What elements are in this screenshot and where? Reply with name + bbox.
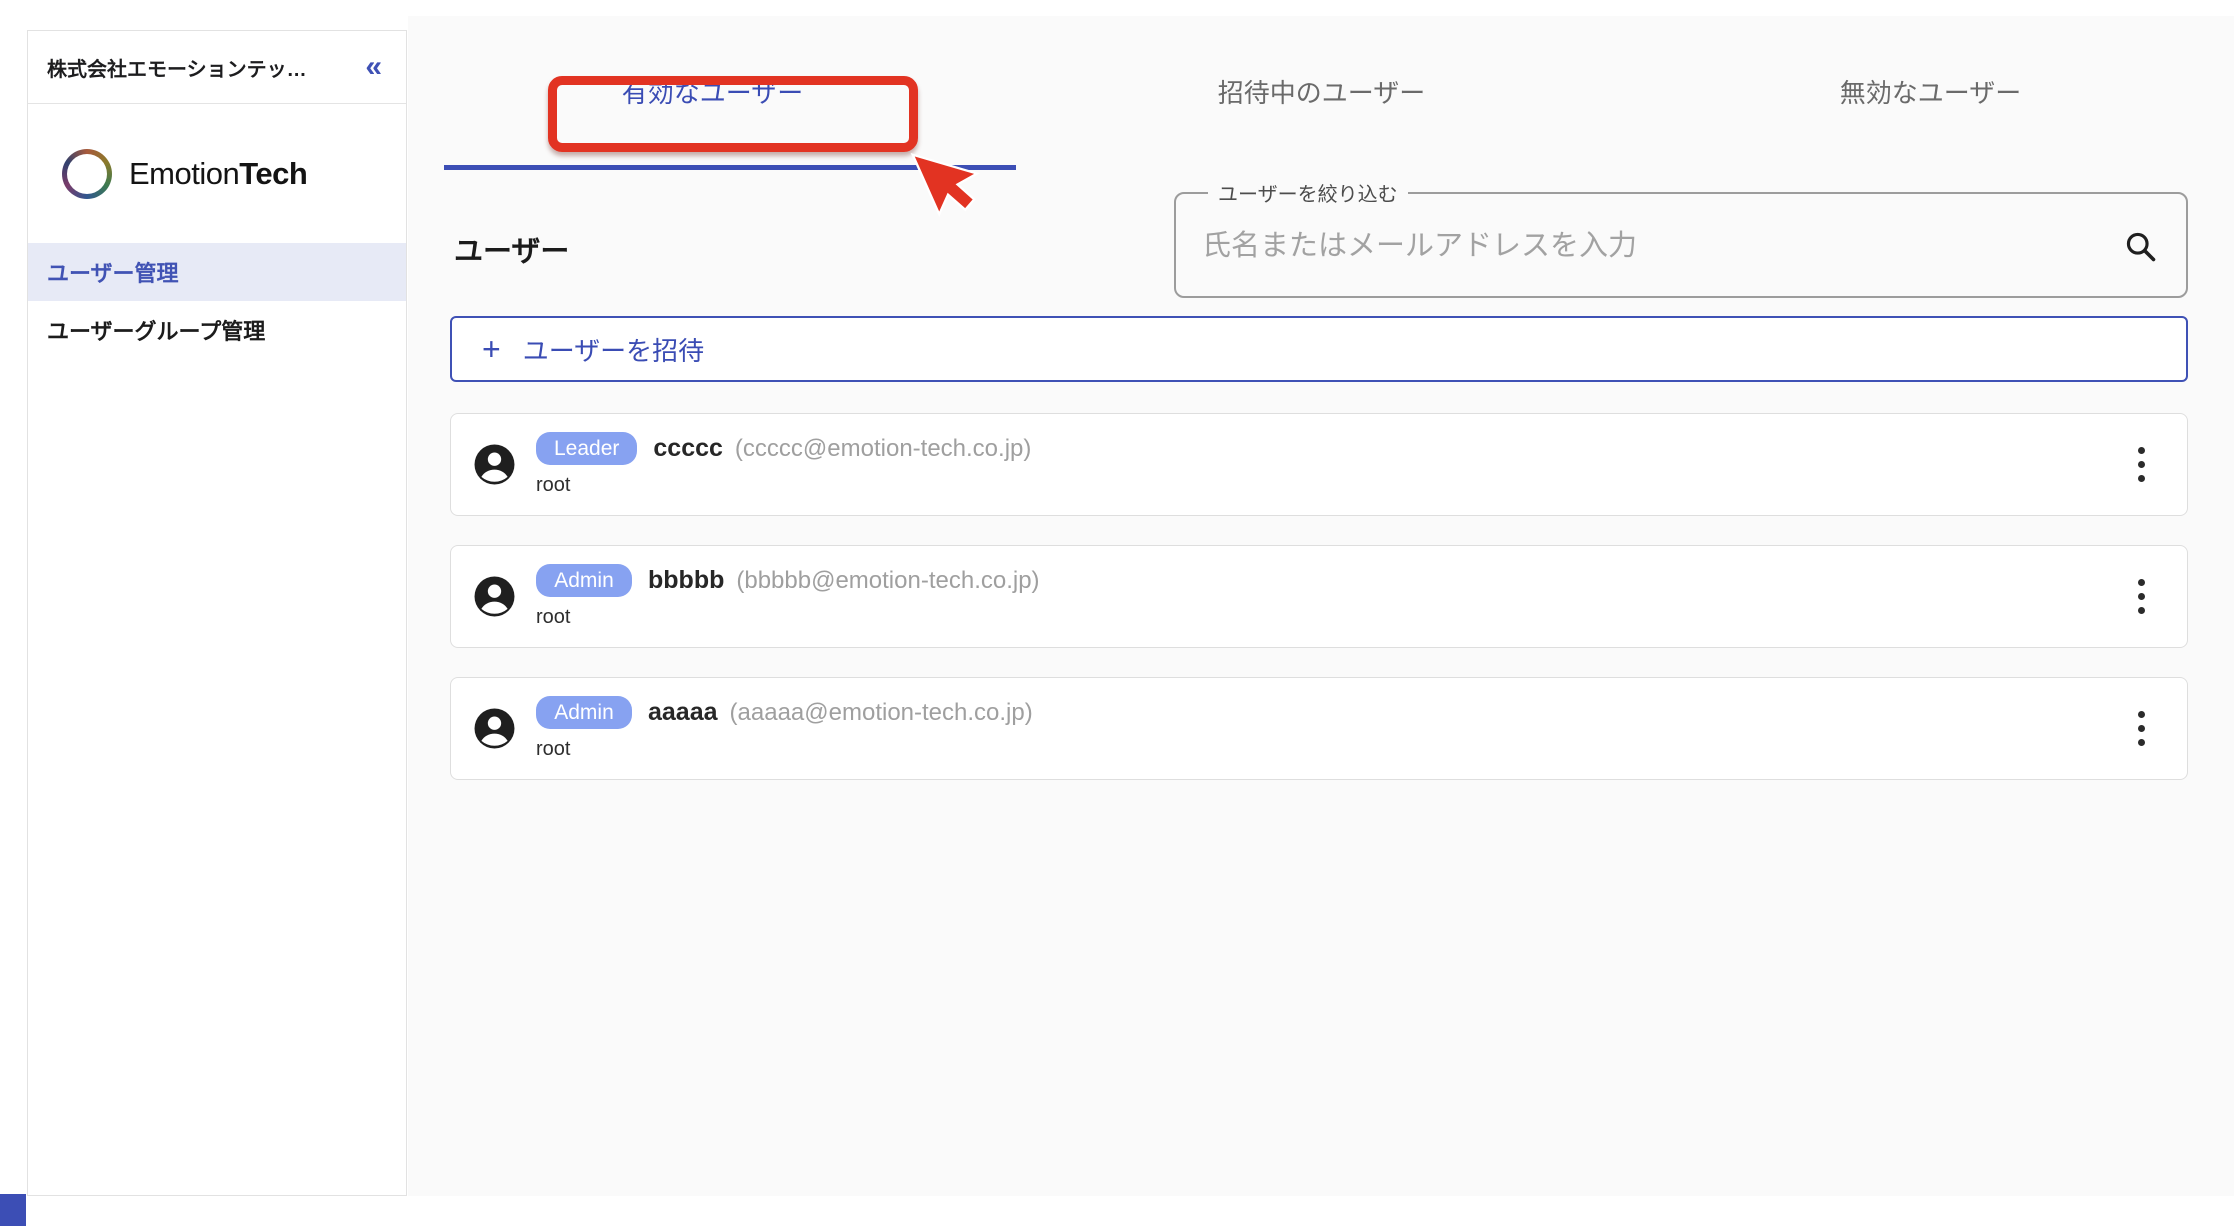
user-group: root [536,474,1031,497]
user-email: (bbbbb@emotion-tech.co.jp) [736,567,1039,595]
active-tab-indicator [444,165,1016,170]
role-badge: Admin [536,696,632,729]
user-card: Admin bbbbb (bbbbb@emotion-tech.co.jp) r… [450,545,2188,648]
role-badge: Leader [536,432,637,465]
sidebar-menu: ユーザー管理 ユーザーグループ管理 [28,243,406,359]
avatar-icon [471,441,518,488]
user-name: ccccc [653,434,723,463]
brand-name: EmotionTech [129,156,307,192]
brand-bold: Tech [239,156,307,191]
sidebar: 株式会社エモーションテッ… « EmotionTech ユーザー管理 ユーザーグ… [27,30,407,1196]
search-field-legend: ユーザーを絞り込む [1208,178,1408,207]
logo-ring-icon [62,149,112,199]
user-email: (aaaaa@emotion-tech.co.jp) [730,699,1033,727]
tab-invited-users[interactable]: 招待中のユーザー [1017,16,1626,166]
user-name: aaaaa [648,698,718,727]
sidebar-header: 株式会社エモーションテッ… « [28,31,406,104]
search-input[interactable] [1202,230,2120,263]
invite-user-label: ユーザーを招待 [523,331,704,368]
user-group: root [536,738,1033,761]
user-menu-kebab-icon[interactable] [2124,698,2159,760]
user-email: (ccccc@emotion-tech.co.jp) [735,435,1031,463]
invite-user-button[interactable]: + ユーザーを招待 [450,316,2188,382]
sidebar-collapse-icon[interactable]: « [361,48,386,86]
user-menu-kebab-icon[interactable] [2124,434,2159,496]
user-card: Leader ccccc (ccccc@emotion-tech.co.jp) … [450,413,2188,516]
main-content: 有効なユーザー 招待中のユーザー 無効なユーザー ユーザー ユーザーを絞り込む … [408,16,2234,1196]
brand-logo: EmotionTech [62,148,406,200]
plus-icon: + [482,333,501,365]
brand-regular: Emotion [129,156,239,191]
corner-blue-artifact [0,1194,26,1226]
avatar-icon [471,705,518,752]
role-badge: Admin [536,564,632,597]
user-group: root [536,606,1040,629]
avatar-icon [471,573,518,620]
user-name: bbbbb [648,566,724,595]
user-menu-kebab-icon[interactable] [2124,566,2159,628]
company-name: 株式会社エモーションテッ… [47,53,307,82]
tab-inactive-users[interactable]: 無効なユーザー [1626,16,2234,166]
user-card: Admin aaaaa (aaaaa@emotion-tech.co.jp) r… [450,677,2188,780]
sidebar-item-user-management[interactable]: ユーザー管理 [28,243,406,301]
search-icon[interactable] [2120,226,2160,266]
sidebar-item-user-group-management[interactable]: ユーザーグループ管理 [28,301,406,359]
page-title: ユーザー [454,228,569,270]
search-field: ユーザーを絞り込む [1174,178,2188,298]
user-list: Leader ccccc (ccccc@emotion-tech.co.jp) … [450,413,2188,809]
tab-active-users[interactable]: 有効なユーザー [408,16,1017,166]
